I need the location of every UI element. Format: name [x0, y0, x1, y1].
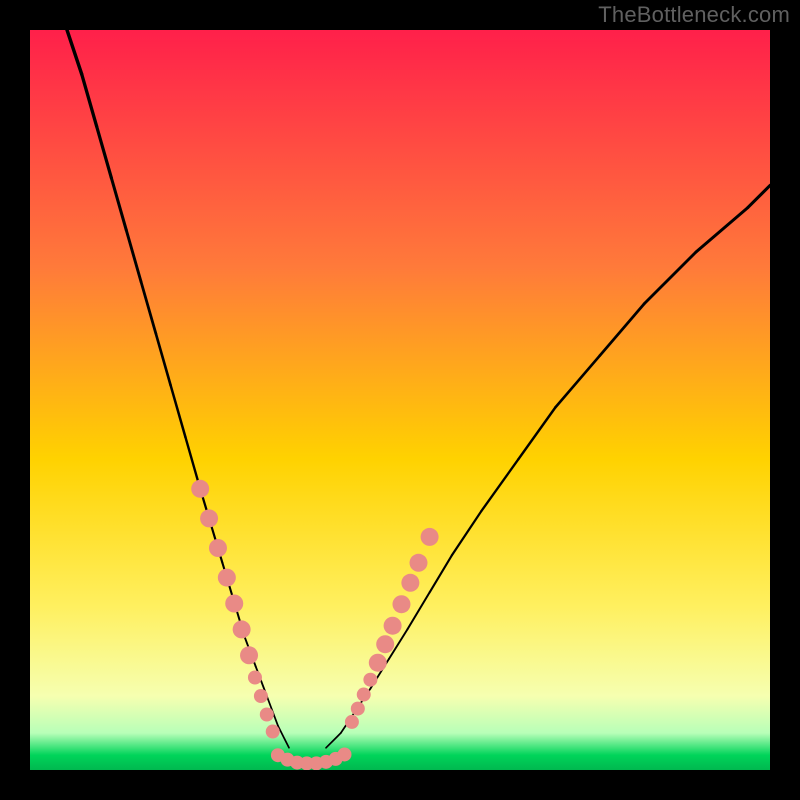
marker-left [254, 689, 268, 703]
marker-left [218, 569, 236, 587]
marker-floor [338, 747, 352, 761]
marker-left [225, 595, 243, 613]
marker-left [266, 725, 280, 739]
marker-right [392, 595, 410, 613]
marker-left [233, 620, 251, 638]
gradient-background [30, 30, 770, 770]
plot-area [30, 30, 770, 770]
marker-left [200, 509, 218, 527]
marker-right [351, 702, 365, 716]
marker-left [209, 539, 227, 557]
marker-right [357, 688, 371, 702]
chart-container: TheBottleneck.com [0, 0, 800, 800]
marker-right [421, 528, 439, 546]
marker-right [369, 654, 387, 672]
watermark-text: TheBottleneck.com [598, 2, 790, 28]
marker-left [191, 480, 209, 498]
marker-left [248, 671, 262, 685]
marker-right [376, 635, 394, 653]
marker-right [401, 574, 419, 592]
marker-right [410, 554, 428, 572]
marker-right [363, 673, 377, 687]
marker-right [384, 617, 402, 635]
marker-right [345, 715, 359, 729]
plot-svg [30, 30, 770, 770]
marker-left [260, 708, 274, 722]
marker-left [240, 646, 258, 664]
